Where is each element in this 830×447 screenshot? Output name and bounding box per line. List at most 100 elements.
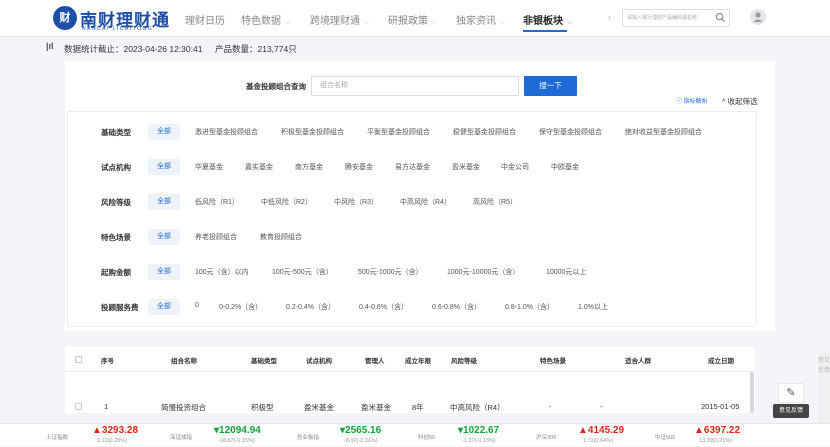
search-placeholder: 请输入银行理财产品编码或名称: [627, 15, 698, 21]
ticker-item[interactable]: 科创50 ▾1022.67 -1.37(-0.13%): [418, 424, 528, 447]
ticker-item[interactable]: 中证500 ▲6397.22 13.39(0.21%): [655, 424, 765, 447]
table-scrollbar[interactable]: [750, 372, 754, 413]
table-header: 序号 组合名称 基础类型 试点机构 管理人 成立年限 风险等级 特色场景 适合人…: [65, 347, 755, 372]
nav-label: 独家资讯: [456, 16, 496, 27]
cell-portfolio-name[interactable]: 简慢投资组合: [161, 402, 206, 413]
column-header[interactable]: 风险等级: [451, 355, 477, 365]
ticker-value: ▲3293.28: [92, 425, 139, 436]
filter-all[interactable]: 全部: [148, 299, 180, 315]
nav-item-cross-border[interactable]: 跨境理财通 ⌵: [310, 12, 369, 27]
row-checkbox[interactable]: [75, 403, 82, 410]
feedback-button[interactable]: 意见反馈: [773, 404, 809, 418]
filter-option[interactable]: 南方基金: [295, 162, 323, 172]
help-label: 指标解析: [683, 99, 708, 105]
chevron-right-icon[interactable]: ›: [608, 12, 611, 22]
filter-option[interactable]: 激进型基金投顾组合: [195, 127, 258, 137]
filter-option[interactable]: 0: [195, 302, 199, 309]
filter-row-scenario: 特色场景 全部 养老投顾组合 教育投顾组合: [68, 228, 758, 248]
cell-manager: 盈米基金: [361, 403, 391, 412]
nav-item-calendar[interactable]: 理财日历: [185, 12, 225, 27]
chevron-down-icon: ⌵: [500, 19, 506, 26]
nav-item-special-data[interactable]: 特色数据 ⌵: [241, 12, 290, 27]
filter-option[interactable]: 100元（含）以内: [195, 267, 249, 277]
ticker-name: 创业板指: [297, 435, 320, 441]
arrow-up-icon: ▲: [694, 425, 704, 436]
filter-option[interactable]: 中低风险（R2）: [261, 197, 312, 207]
filter-option[interactable]: 平衡型基金投顾组合: [367, 127, 430, 137]
column-header[interactable]: 试点机构: [306, 355, 332, 365]
filter-option[interactable]: 高风险（R5）: [473, 197, 517, 207]
filter-option[interactable]: 稳健型基金投顾组合: [453, 127, 516, 137]
filter-option[interactable]: 0.8-1.0%（含）: [505, 302, 554, 312]
filter-option[interactable]: 1.0%以上: [578, 302, 608, 312]
filter-option[interactable]: 0-0.2%（含）: [219, 302, 262, 312]
ticker-value: ▾1022.67: [458, 425, 500, 436]
filter-option[interactable]: 养老投顾组合: [195, 232, 237, 242]
user-icon: [753, 12, 763, 22]
filter-option[interactable]: 华夏基金: [195, 162, 223, 172]
column-header[interactable]: 特色场景: [540, 355, 566, 365]
arrow-up-icon: ▲: [92, 425, 102, 436]
column-header[interactable]: 组合名称: [171, 355, 197, 365]
column-header[interactable]: 适合人群: [625, 355, 651, 365]
nav-label: 非银板块: [523, 16, 563, 27]
nav-item-nonbank[interactable]: 非银板块 ⌵: [523, 12, 572, 27]
filter-option[interactable]: 嘉实基金: [245, 162, 273, 172]
ticker-value: ▾12094.94: [214, 425, 261, 436]
column-header[interactable]: 管理人: [365, 355, 385, 365]
ticker-item[interactable]: 上证指数 ▲3293.28 9.12(0.28%): [46, 424, 156, 447]
filter-option[interactable]: 绝对收益型基金投顾组合: [625, 127, 702, 137]
column-header[interactable]: 基础类型: [251, 355, 277, 365]
search-input[interactable]: 请输入银行理财产品编码或名称: [622, 9, 730, 27]
ticker-item[interactable]: 沪深300 ▲4145.29 1.72(0.04%): [536, 424, 646, 447]
filter-all[interactable]: 全部: [148, 264, 180, 280]
cell-base-type: 积极型: [251, 403, 274, 412]
filter-all[interactable]: 全部: [148, 194, 180, 210]
column-header[interactable]: 成立日期: [708, 355, 734, 365]
filter-option[interactable]: 保守型基金投顾组合: [539, 127, 602, 137]
search-button[interactable]: 搜一下: [524, 76, 577, 96]
help-link[interactable]: ⓘ 指标解析: [676, 96, 708, 105]
nav-label: 跨境理财通: [310, 16, 360, 27]
filter-option[interactable]: 低风险（R1）: [195, 197, 239, 207]
ticker-item[interactable]: 深证成指 ▾12094.94 -18.67(-0.15%): [170, 424, 280, 447]
ticker-item[interactable]: 创业板指 ▾2565.16 -8.02(-0.31%): [297, 424, 407, 447]
search-icon[interactable]: [715, 12, 726, 23]
filter-all[interactable]: 全部: [148, 159, 180, 175]
filter-option[interactable]: 500元-1000元（含）: [358, 267, 423, 277]
filter-option[interactable]: 100元-500元（含）: [272, 267, 333, 277]
logo-icon[interactable]: 财: [53, 6, 77, 30]
filter-option[interactable]: 腾安基金: [345, 162, 373, 172]
filter-name: 风险等级: [101, 198, 131, 207]
filter-all[interactable]: 全部: [148, 229, 180, 245]
filter-option[interactable]: 盈米基金: [452, 162, 480, 172]
filter-option[interactable]: 中欧基金: [551, 162, 579, 172]
table-row[interactable]: 1 简慢投资组合 积极型 盈米基金 盈米基金 8年 中高风险（R4） - - 2…: [65, 372, 755, 413]
filter-all[interactable]: 全部: [148, 124, 180, 140]
filter-option[interactable]: 0.2-0.4%（含）: [286, 302, 335, 312]
ticker-value: ▲4145.29: [578, 425, 625, 436]
filter-option[interactable]: 中风险（R3）: [334, 197, 378, 207]
filter-option[interactable]: 中金公司: [501, 162, 529, 172]
filter-option[interactable]: 0.4-0.6%（含）: [359, 302, 408, 312]
column-header[interactable]: 成立年限: [405, 355, 431, 365]
nav-item-research[interactable]: 研报政策 ⌵: [388, 12, 437, 27]
filter-option[interactable]: 中高风险（R4）: [400, 197, 451, 207]
edit-icon[interactable]: ✎: [778, 383, 804, 403]
nav-item-exclusive[interactable]: 独家资讯 ⌵: [456, 12, 505, 27]
arrow-up-icon: ▲: [578, 425, 588, 436]
filter-option[interactable]: 教育投顾组合: [260, 232, 302, 242]
select-all-checkbox[interactable]: [75, 356, 82, 363]
portfolio-name-input[interactable]: 组合名称: [311, 76, 519, 96]
filter-option[interactable]: 0.6-0.8%（含）: [432, 302, 481, 312]
filter-option[interactable]: 积极型基金投顾组合: [281, 127, 344, 137]
bar-chart-icon: |ıl: [46, 41, 54, 51]
filter-option[interactable]: 1000元-10000元（含）: [447, 267, 519, 277]
filter-option[interactable]: 10000元以上: [546, 267, 586, 277]
side-feedback-tab[interactable]: 意见反馈: [818, 353, 830, 423]
column-header[interactable]: 序号: [101, 355, 114, 365]
filter-option[interactable]: 易方达基金: [395, 162, 430, 172]
collapse-filter-toggle[interactable]: ^ 收起筛选: [722, 96, 758, 107]
avatar-icon[interactable]: [750, 9, 766, 25]
cell-scenario: -: [549, 402, 552, 411]
